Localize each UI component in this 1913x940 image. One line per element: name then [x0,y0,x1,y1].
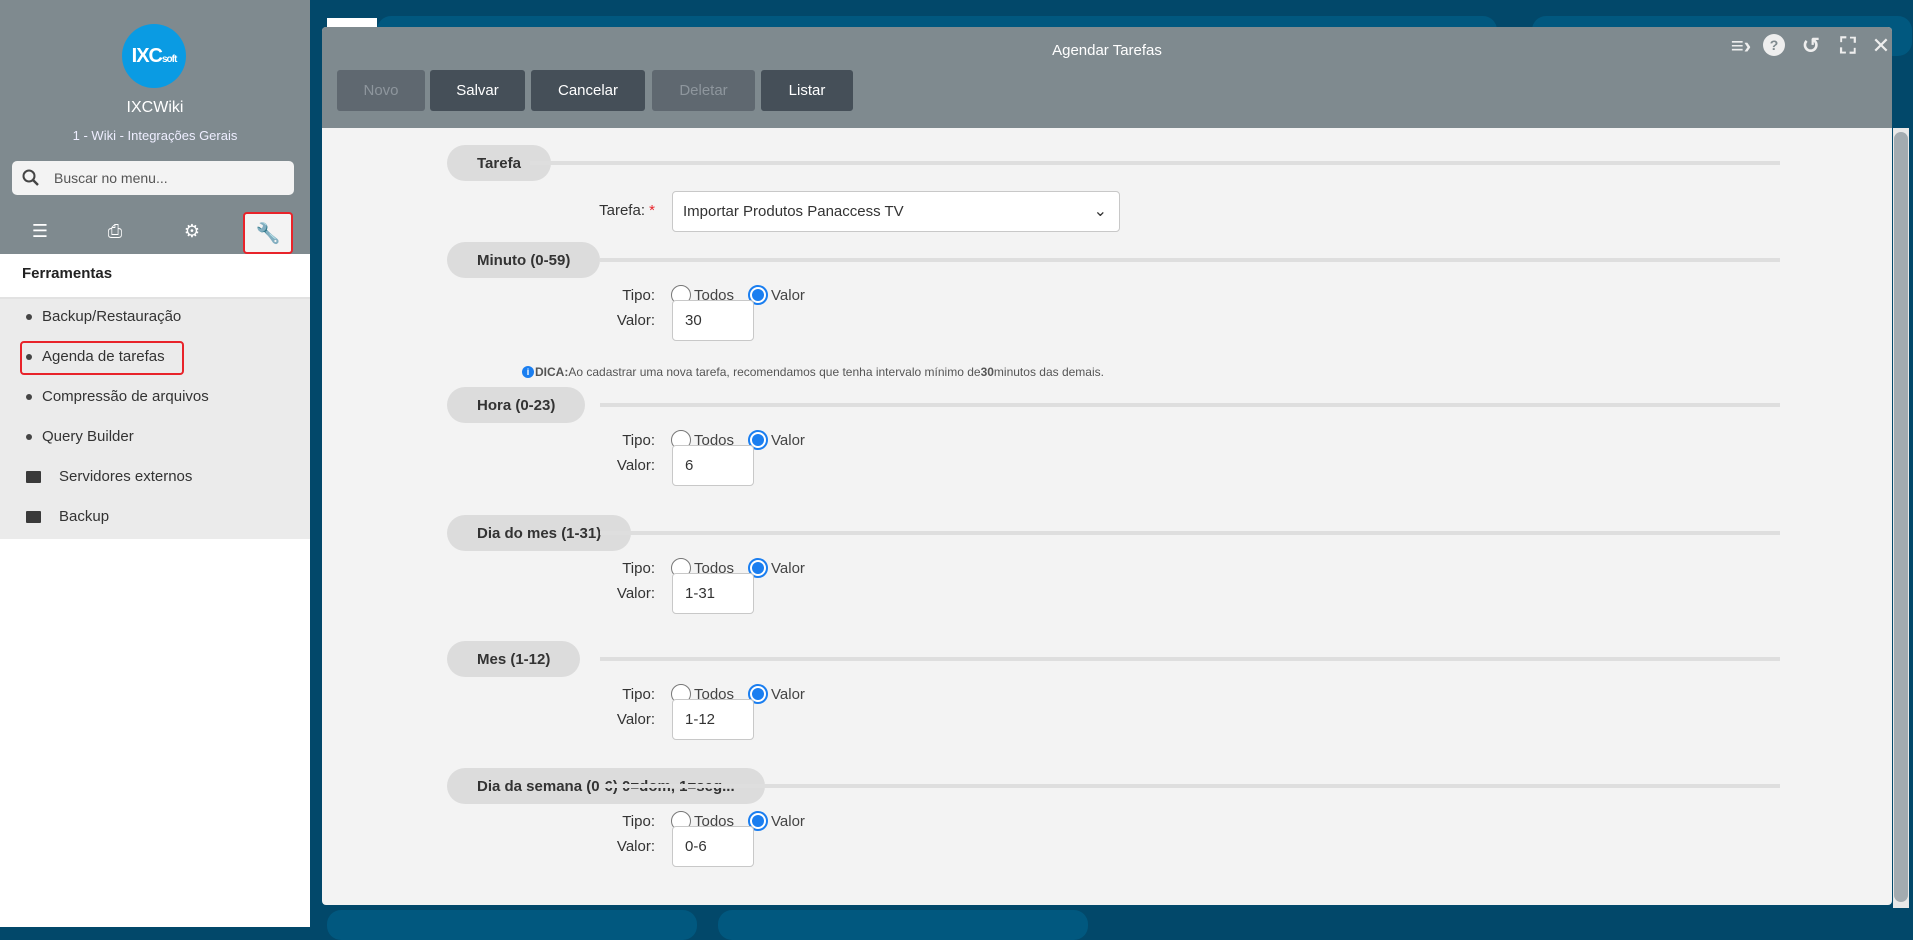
sidebar-item-label: Servidores externos [59,468,193,485]
menu-search-input[interactable]: Buscar no menu... [12,161,294,195]
valor-input[interactable]: 0-6 [672,826,754,867]
tarefa-select[interactable]: Importar Produtos Panaccess TV ⌄ [672,191,1120,232]
radio-valor[interactable]: Valor [748,558,805,578]
sidebar-section-title: Ferramentas [22,265,113,282]
tarefa-label: Tarefa: * [599,202,655,219]
sidebar-item[interactable]: Backup [26,508,109,525]
bullet-icon [26,393,32,400]
folder-icon [26,470,41,483]
collapse-menu-icon[interactable]: ≡› [1727,33,1755,59]
section-header: Hora (0-23) [447,387,586,423]
deletar-button[interactable]: Deletar [652,70,755,111]
radio-label: Valor [771,685,805,703]
valor-label: Valor: [616,838,655,855]
scrollbar-thumb[interactable] [1894,132,1908,902]
radio-label: Valor [771,812,805,830]
app-subtitle: 1 - Wiki - Integrações Gerais [72,128,238,143]
sidebar-menu [0,299,310,539]
folder-icon [26,510,41,523]
radio-valor[interactable]: Valor [748,684,805,704]
search-placeholder: Buscar no menu... [54,170,168,186]
valor-input[interactable]: 1-31 [672,573,754,614]
radio-label: Valor [771,431,805,449]
close-icon[interactable]: ✕ [1867,33,1895,59]
info-icon: i [522,366,534,378]
highlight-box [20,341,184,375]
tipo-label: Tipo: [622,686,655,703]
required-mark: * [649,202,655,219]
background-card [327,910,697,940]
history-icon[interactable]: ↺ [1797,33,1825,59]
sidebar-item-label: Backup [59,508,110,525]
tipo-label: Tipo: [622,287,655,304]
tarefa-select-value: Importar Produtos Panaccess TV [683,203,904,220]
cancelar-button[interactable]: Cancelar [531,70,645,111]
sidebar-item[interactable]: Compressão de arquivos [26,388,209,405]
modal-title: Agendar Tarefas [1052,42,1162,59]
section-line [600,784,1780,788]
section-line [600,531,1780,535]
section-line [530,161,1780,165]
bullet-icon [26,313,32,320]
logo: IXC soft [122,24,186,88]
valor-label: Valor: [616,711,655,728]
section-header: Mes (1-12) [447,641,581,677]
radio-valor[interactable]: Valor [748,811,805,831]
bullet-icon [26,433,32,440]
sidebar-item-label: Query Builder [42,428,134,445]
background-card [718,910,1088,940]
list-icon[interactable]: ☰ [20,216,60,246]
valor-label: Valor: [616,312,655,329]
radio-label: Valor [771,559,805,577]
help-icon[interactable]: ? [1763,34,1785,56]
sidebar-item[interactable]: Query Builder [26,428,134,445]
sidebar-item[interactable]: Servidores externos [26,468,192,485]
section-line [600,657,1780,661]
valor-label: Valor: [616,457,655,474]
valor-label: Valor: [616,585,655,602]
sidebar-item-label: Backup/Restauração [42,308,182,325]
radio-label: Valor [771,286,805,304]
app-name: IXCWiki [126,99,184,116]
radio-valor[interactable]: Valor [748,430,805,450]
valor-input[interactable]: 1-12 [672,699,754,740]
sidebar-item[interactable]: Backup/Restauração [26,308,181,325]
radio-valor[interactable]: Valor [748,285,805,305]
tipo-label: Tipo: [622,813,655,830]
wrench-icon[interactable]: 🔧 [243,212,293,254]
valor-input[interactable]: 30 [672,300,754,341]
section-line [600,258,1780,262]
salvar-button[interactable]: Salvar [430,70,525,111]
tipo-label: Tipo: [622,560,655,577]
section-header: Minuto (0-59) [447,242,601,278]
sidebar-item-label: Compressão de arquivos [42,388,209,405]
tip-text: i DICA: Ao cadastrar uma nova tarefa, reco… [522,365,1104,379]
fullscreen-icon[interactable]: ⛶ [1834,33,1862,59]
chevron-down-icon: ⌄ [1093,203,1107,220]
section-line [600,403,1780,407]
valor-input[interactable]: 6 [672,445,754,486]
tipo-label: Tipo: [622,432,655,449]
novo-button[interactable]: Novo [337,70,425,111]
listar-button[interactable]: Listar [761,70,853,111]
gears-icon[interactable]: ⚙ [172,216,212,246]
printer-icon[interactable]: ⎙ [95,216,135,246]
search-icon [22,169,39,186]
